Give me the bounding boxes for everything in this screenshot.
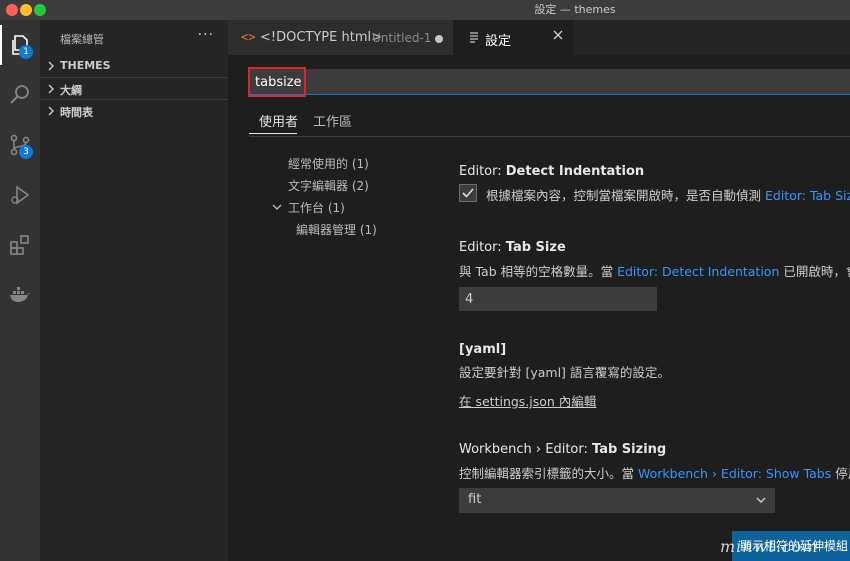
settings-scope-tabs: 使用者 工作區 (249, 103, 850, 137)
search-view-button[interactable] (0, 75, 40, 115)
extensions-icon (10, 235, 29, 255)
setting-desc-tab-size: 與 Tab 相等的空格數量。當 Editor: Detect Indentati… (459, 261, 850, 280)
editor-tab-bar: <> <!DOCTYPE html> Untitled-1 設定 (228, 20, 850, 55)
source-control-button[interactable]: 3 (0, 125, 40, 165)
title-bar: 設定 — themes (0, 0, 850, 20)
sidebar-section-label: 時間表 (60, 106, 93, 119)
setting-desc-text: 與 Tab 相等的空格數量。當 (459, 264, 618, 279)
watermark: minwt.com (720, 537, 819, 556)
sidebar-section-timeline[interactable]: 時間表 (40, 99, 228, 121)
setting-desc-detect-indentation: 根據檔案內容，控制當檔案開啟時，是否自動偵測 Editor: Tab Size (486, 185, 850, 204)
setting-name: Tab Size (505, 240, 566, 255)
setting-title-yaml: [yaml] (459, 342, 506, 357)
tab-sizing-select[interactable]: fit (459, 488, 775, 513)
tab-workspace-settings[interactable]: 工作區 (313, 111, 352, 130)
sidebar-section-label: THEMES (60, 59, 111, 72)
setting-title-tab-size: Editor: Tab Size (459, 240, 566, 255)
toc-item-text-editor[interactable]: 文字編輯器 (2) (288, 177, 369, 194)
setting-desc-yaml: 設定要針對 [yaml] 語言覆寫的設定。 (459, 365, 670, 380)
setting-desc-text: 根據檔案內容，控制當檔案開啟時，是否自動偵測 (486, 188, 765, 203)
active-tab-underline (249, 133, 297, 134)
setting-category: Editor: (459, 240, 506, 255)
explorer-button[interactable]: 1 (0, 25, 40, 65)
sidebar-section-outline[interactable]: 大綱 (40, 77, 228, 99)
tab-settings[interactable]: 設定 (453, 20, 573, 55)
html-file-icon: <> (241, 30, 256, 44)
chevron-down-icon (756, 497, 766, 503)
run-debug-button[interactable] (0, 175, 40, 215)
tab-untitled-1[interactable]: <> <!DOCTYPE html> Untitled-1 (228, 20, 453, 55)
sidebar-section-themes[interactable]: THEMES (40, 55, 228, 77)
sidebar-section-label: 大綱 (60, 84, 82, 97)
docker-button[interactable] (0, 275, 40, 315)
setting-link-tab-size[interactable]: Editor: Tab Size (765, 188, 850, 203)
setting-link-show-tabs[interactable]: Workbench › Editor: Show Tabs (638, 466, 831, 481)
source-control-badge: 3 (19, 145, 33, 159)
tab-label: <!DOCTYPE html> (260, 30, 382, 45)
chevron-right-icon (48, 84, 54, 94)
more-actions-button[interactable]: ··· (198, 27, 214, 43)
tab-user-settings[interactable]: 使用者 (259, 111, 298, 130)
setting-name: [yaml] (459, 342, 507, 357)
setting-title-detect-indentation: Editor: Detect Indentation (459, 164, 644, 179)
edit-in-settings-json-link[interactable]: 在 settings.json 內編輯 (459, 391, 596, 410)
settings-editor: 使用者 工作區 經常使用的 (1) 文字編輯器 (2) 工作台 (1) 編輯器管… (228, 55, 850, 561)
close-icon[interactable] (551, 28, 565, 42)
setting-desc-tab-sizing: 控制編輯器索引標籤的大小。當 Workbench › Editor: Show … (459, 463, 850, 482)
setting-desc-text: 已開啟時，會依 (783, 264, 850, 279)
window-title: 設定 — themes (534, 3, 616, 16)
setting-name: Tab Sizing (592, 442, 667, 457)
checkmark-icon (462, 188, 474, 198)
explorer-sidebar: 檔案總管 ··· THEMES 大綱 時間表 (40, 20, 228, 561)
docker-icon (10, 287, 30, 302)
sidebar-title: 檔案總管 (60, 33, 104, 46)
chevron-right-icon (48, 61, 54, 71)
unsaved-dot-icon[interactable] (435, 35, 443, 43)
detect-indentation-checkbox[interactable] (459, 184, 477, 202)
setting-name: Detect Indentation (505, 164, 645, 179)
toc-item-commonly-used[interactable]: 經常使用的 (1) (288, 155, 369, 172)
settings-file-icon (470, 32, 478, 43)
search-highlight-annotation (248, 67, 306, 97)
toc-item-editor-management[interactable]: 編輯器管理 (1) (296, 221, 377, 238)
select-value: fit (468, 492, 482, 507)
setting-category: Editor: (459, 164, 506, 179)
search-icon (10, 85, 29, 104)
tab-label: 設定 (485, 34, 512, 49)
chevron-down-icon[interactable] (271, 202, 283, 212)
tab-description: Untitled-1 (372, 31, 432, 45)
activity-bar: 1 3 (0, 20, 40, 561)
explorer-badge: 1 (19, 45, 33, 59)
setting-desc-text: 控制編輯器索引標籤的大小。當 (459, 466, 638, 481)
chevron-right-icon (48, 106, 54, 116)
extensions-button[interactable] (0, 225, 40, 265)
run-debug-icon (11, 185, 30, 205)
setting-category: Workbench › Editor: (459, 442, 593, 457)
setting-desc-text: 停用 (835, 466, 850, 481)
sidebar-header: 檔案總管 ··· (40, 20, 228, 55)
setting-title-tab-sizing: Workbench › Editor: Tab Sizing (459, 442, 666, 457)
tab-size-input[interactable] (459, 287, 657, 311)
setting-link-detect-indentation[interactable]: Editor: Detect Indentation (617, 264, 779, 279)
toc-item-workbench[interactable]: 工作台 (1) (288, 199, 345, 216)
settings-search-box (249, 69, 850, 95)
